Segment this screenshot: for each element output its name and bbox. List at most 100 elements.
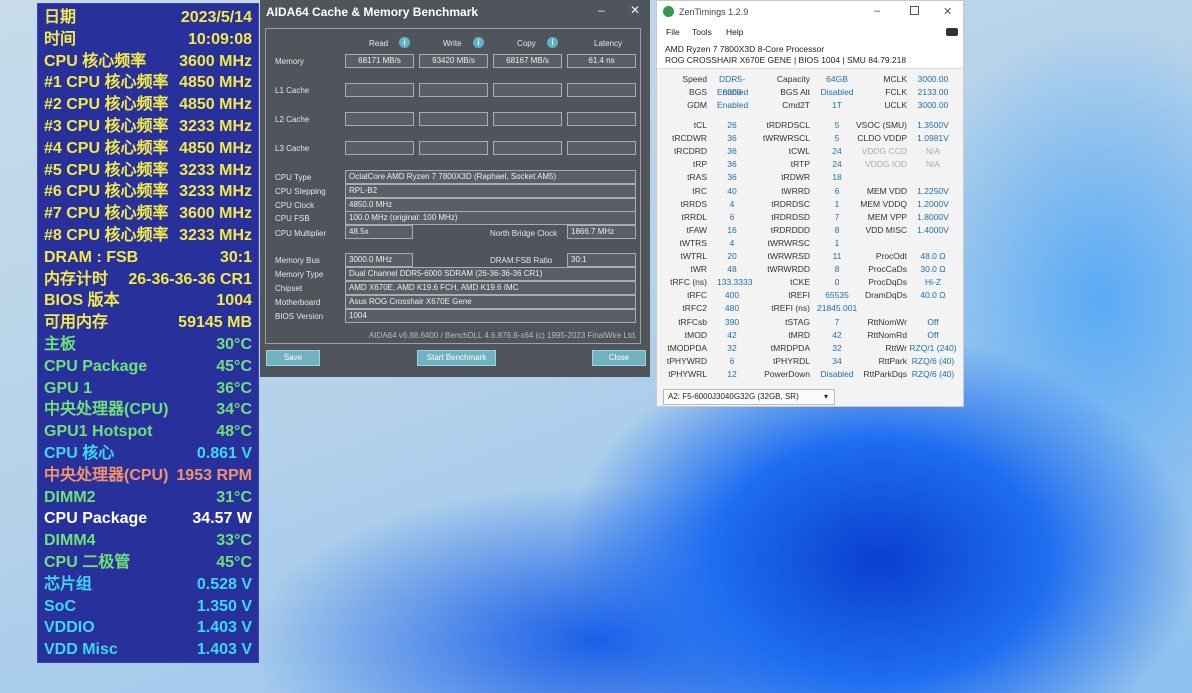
dram-ratio-label: DRAM:FSB Ratio (490, 256, 553, 265)
timing-row: tWTRS 4 tWRWRSC 1 (657, 237, 965, 250)
timing-label: PowerDown (764, 368, 810, 379)
sensor-row: 时间 10:09:08 (44, 29, 252, 51)
timing-value: 21845.001 (817, 303, 858, 314)
timing-value: RZQ/6 (40) (911, 355, 955, 366)
app-logo-icon (663, 6, 674, 17)
timing-label: BGS Alt (780, 87, 810, 98)
timing-value: 3000.00 (917, 74, 949, 84)
sensor-value: 30°C (216, 336, 252, 353)
dimm-select[interactable]: A2: F5-6000J3040G32G (32GB, SR) ▾ (663, 389, 835, 405)
timing-label: tRAS (687, 172, 707, 183)
timing-value: 1.0981V (917, 133, 949, 144)
sensor-value: 48°C (216, 423, 252, 441)
minimize-button[interactable]: – (598, 3, 605, 17)
timing-label: VDD MISC (865, 224, 907, 235)
sensor-row: DRAM : FSB 30:1 (44, 247, 252, 269)
timing-label: DramDqDs (864, 290, 907, 301)
sensor-row: 内存计时 26-36-36-36 CR1 (44, 269, 252, 291)
timing-label: tRTP (790, 159, 810, 170)
menu-help[interactable]: Help (726, 27, 743, 37)
minimize-button[interactable]: – (874, 5, 880, 17)
menu-tools[interactable]: Tools (692, 27, 712, 37)
timing-row: tRCDWR 36 tWRWRSCL 5 CLDO VDDP 1.0981V (657, 132, 965, 145)
timing-value: RZQ/6 (40) (911, 368, 955, 379)
bench-value (567, 112, 636, 126)
sensor-label: SoC (44, 597, 76, 615)
window-title: AIDA64 Cache & Memory Benchmark (266, 5, 479, 19)
sensor-label: 内存计时 (44, 270, 109, 288)
maximize-button[interactable] (910, 6, 919, 15)
bench-value (345, 141, 414, 155)
bench-value (419, 112, 488, 126)
timing-row: tMODPDA 32 tMRDPDA 32 RttWr RZQ/1 (240) (657, 342, 965, 355)
memory-type-label: Memory Type (275, 270, 324, 279)
timing-value: 480 (724, 303, 740, 314)
timing-label: tSTAG (785, 316, 810, 327)
timing-row: tPHYWRD 6 tPHYRDL 34 RttPark RZQ/6 (40) (657, 355, 965, 368)
sensor-value: 3600 MHz (179, 52, 252, 70)
info-icon[interactable]: i (473, 37, 484, 48)
timing-label: tRRDL (681, 211, 707, 222)
sensor-value: 0.528 V (196, 575, 252, 593)
timing-value: 48 (727, 264, 737, 275)
timing-value: 12 (727, 368, 737, 379)
timing-value: 5 (834, 133, 840, 144)
timing-value: 11 (832, 251, 842, 261)
timing-row: Speed DDR5-6000 Capacity 64GB MCLK 3000.00 (657, 73, 965, 97)
save-button[interactable]: Save (266, 350, 320, 366)
timing-value: 42 (727, 329, 737, 340)
timing-row: tFAW 16 tRDRDDD 8 VDD MISC 1.4000V (657, 224, 965, 237)
sensor-label: 日期 (44, 9, 77, 26)
timing-value: 7 (834, 316, 840, 327)
cpu-type-value: OctalCore AMD Ryzen 7 7800X3D (Raphael, … (345, 170, 636, 184)
dimm-select-value: A2: F5-6000J3040G32G (32GB, SR) (668, 392, 799, 401)
sensor-label: CPU 核心 (44, 445, 115, 462)
bench-value (493, 141, 562, 155)
sensor-value: 2023/5/14 (180, 9, 252, 26)
timing-value: 1 (834, 198, 840, 209)
timing-row: tRAS 36 tRDWR 18 (657, 171, 965, 184)
timing-value: 34 (832, 355, 842, 366)
info-icon[interactable]: i (547, 37, 558, 48)
timing-value: 8 (834, 224, 840, 235)
timing-label: tMRDPDA (770, 342, 810, 353)
bench-row-label: L2 Cache (275, 115, 310, 124)
column-header-write: Write (443, 39, 462, 48)
close-button[interactable]: Close (592, 350, 646, 366)
timing-row: tRFCsb 390 tSTAG 7 RttNomWr Off (657, 316, 965, 329)
motherboard-value: Asus ROG Crosshair X670E Gene (345, 295, 636, 309)
sensor-value: 45°C (216, 554, 252, 571)
sensor-row: #6 CPU 核心频率 3233 MHz (44, 181, 252, 203)
bench-value (345, 112, 414, 126)
menu-file[interactable]: File (666, 27, 680, 37)
sensor-value: 4850 MHz (179, 74, 252, 92)
close-button[interactable]: ✕ (943, 5, 952, 18)
timing-value: 8 (834, 264, 840, 275)
timing-value: N/A (925, 146, 941, 157)
timing-value: Enabled (717, 100, 749, 111)
sensor-value: 3233 MHz (179, 227, 252, 244)
timing-label: tREFI (ns) (771, 303, 810, 314)
sensor-row: #5 CPU 核心频率 3233 MHz (44, 160, 252, 182)
timing-label: tWRWRSCL (762, 133, 810, 144)
chipset-value: AMD X670E, AMD K19.6 FCH, AMD K19.6 IMC (345, 281, 636, 295)
screenshot-camera-icon[interactable] (946, 28, 958, 36)
bench-value: 68167 MB/s (493, 54, 562, 68)
start-benchmark-button[interactable]: Start Benchmark (417, 350, 496, 366)
sensor-value: 33°C (216, 532, 252, 550)
timing-value: 24 (832, 146, 842, 157)
timing-row: tCL 26 tRDRDSCL 5 VSOC (SMU) 1.3500V (657, 119, 965, 132)
timing-label: ProcCaDs (868, 264, 907, 275)
memory-bus-label: Memory Bus (275, 256, 320, 265)
timing-row: tRC 40 tWRRD 6 MEM VDD 1.2250V (657, 185, 965, 198)
close-icon[interactable]: ✕ (630, 3, 640, 17)
timing-value: RZQ/1 (240) (909, 342, 957, 353)
timing-label: tWTRL (680, 251, 707, 261)
timing-label: tRDRDSCL (766, 120, 810, 130)
info-icon[interactable]: i (399, 37, 410, 48)
sensor-value: 4850 MHz (179, 139, 252, 157)
hwinfo-osd-panel: 日期 2023/5/14 时间 10:09:08 CPU 核心频率 3600 MHz #1 … (37, 3, 259, 663)
sensor-row: #1 CPU 核心频率 4850 MHz (44, 72, 252, 94)
nb-clock-value: 1866.7 MHz (567, 225, 636, 239)
timing-label: tRCDRD (673, 146, 707, 157)
